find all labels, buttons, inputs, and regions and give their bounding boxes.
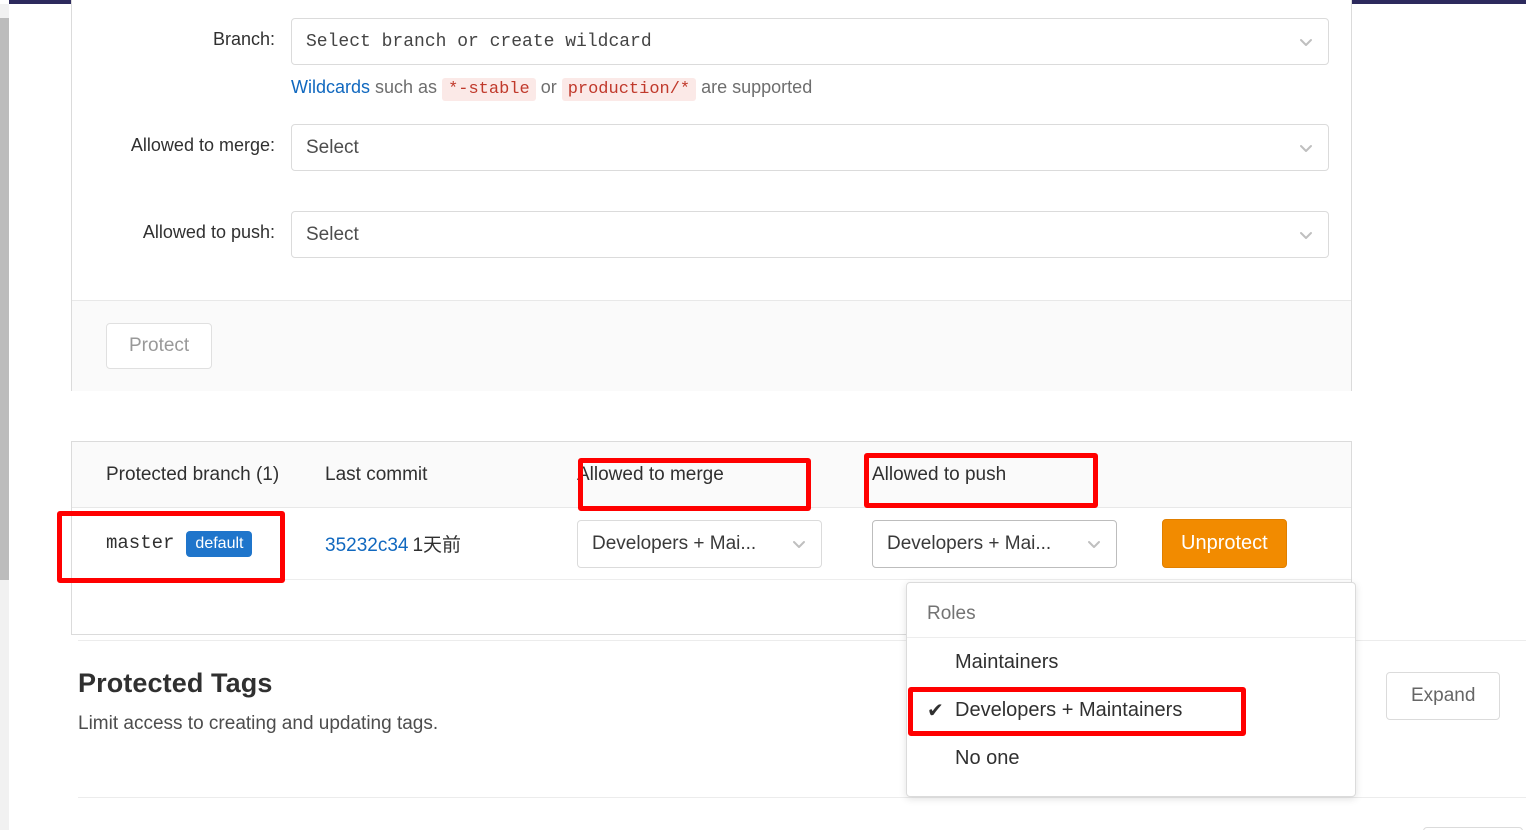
check-icon: ✔ [927,699,944,722]
chevron-down-icon [1298,34,1314,50]
allowed-to-push-field-wrap: Select [291,211,1351,258]
protect-branch-form: Branch: Select branch or create wildcard… [72,0,1351,300]
page-content: Branch: Select branch or create wildcard… [9,0,1526,830]
roles-dropdown-menu: Roles Maintainers ✔ Developers + Maintai… [906,582,1356,797]
chevron-down-icon [1298,140,1314,156]
row-allowed-to-push-value: Developers + Mai... [887,532,1052,554]
dropdown-item-no-one[interactable]: No one [907,734,1355,782]
branch-form-row: Branch: Select branch or create wildcard… [72,0,1351,102]
protect-button[interactable]: Protect [106,323,213,369]
unprotect-button[interactable]: Unprotect [1162,519,1287,568]
header-allowed-to-merge: Allowed to merge [577,463,724,485]
cell-allowed-to-merge: Developers + Mai... [577,519,872,568]
wildcard-example-1: *-stable [442,78,536,101]
allowed-to-merge-value: Select [306,136,359,158]
cell-branch-name: master default [72,530,325,557]
expand-button[interactable]: Expand [1386,672,1501,720]
dropdown-item-label: Developers + Maintainers [955,698,1183,721]
allowed-to-push-select[interactable]: Select [291,211,1329,258]
branch-name-text: master [106,531,175,554]
wildcard-hint: Wildcards such as *-stable or production… [291,75,1329,102]
table-header-row: Protected branch (1) Last commit Allowed… [72,442,1351,508]
page-root: Branch: Select branch or create wildcard… [0,0,1526,830]
cell-last-commit: 35232c34 1天前 [325,530,577,557]
page-scrollbar-track[interactable] [0,4,9,830]
wildcard-example-2: production/* [561,78,697,101]
default-badge: default [186,530,253,557]
dropdown-item-maintainers[interactable]: Maintainers [907,638,1355,686]
branch-select-value: Select branch or create wildcard [306,31,652,52]
row-allowed-to-merge-select[interactable]: Developers + Mai... [577,519,822,568]
hint-text-3: are supported [696,77,813,97]
wildcards-link[interactable]: Wildcards [291,77,370,97]
allowed-to-merge-form-row: Allowed to merge: Select [72,102,1351,171]
chevron-down-icon [791,536,807,552]
protect-branch-panel: Branch: Select branch or create wildcard… [71,0,1352,391]
header-protected-branch: Protected branch (1) [106,463,280,485]
branch-label: Branch: [212,29,275,49]
row-allowed-to-merge-value: Developers + Mai... [592,532,757,554]
allowed-to-merge-field-wrap: Select [291,124,1351,171]
allowed-to-merge-label: Allowed to merge: [130,135,275,155]
allowed-to-push-form-row: Allowed to push: Select [72,171,1351,300]
commit-sha-link[interactable]: 35232c34 [325,535,408,556]
allowed-to-push-label: Allowed to push: [142,222,275,242]
allowed-to-push-value: Select [306,223,359,245]
protect-branch-footer: Protect [72,300,1351,391]
chevron-down-icon [1298,227,1314,243]
cell-allowed-to-push: Developers + Mai... [872,519,1162,568]
dropdown-item-label: Maintainers [955,650,1059,673]
header-last-commit: Last commit [325,463,428,485]
page-scrollbar-thumb[interactable] [0,18,9,580]
dropdown-item-developers-maintainers[interactable]: ✔ Developers + Maintainers [907,686,1355,734]
cell-actions: Unprotect [1162,519,1351,568]
allowed-to-merge-select[interactable]: Select [291,124,1329,171]
table-row: master default 35232c34 1天前 Developers + M… [72,508,1351,580]
dropdown-item-label: No one [955,746,1020,769]
hint-text-2: or [535,77,562,97]
header-allowed-to-push: Allowed to push [872,463,1007,485]
hint-text-1: such as [370,77,443,97]
dropdown-section-header: Roles [907,591,1355,638]
branch-field-wrap: Select branch or create wildcard Wildcar… [291,18,1351,102]
commit-relative-time: 1天前 [412,535,462,556]
chevron-down-icon [1086,536,1102,552]
branch-select[interactable]: Select branch or create wildcard [291,18,1329,65]
section-divider-bottom [78,797,1526,798]
row-allowed-to-push-select[interactable]: Developers + Mai... [872,519,1117,568]
